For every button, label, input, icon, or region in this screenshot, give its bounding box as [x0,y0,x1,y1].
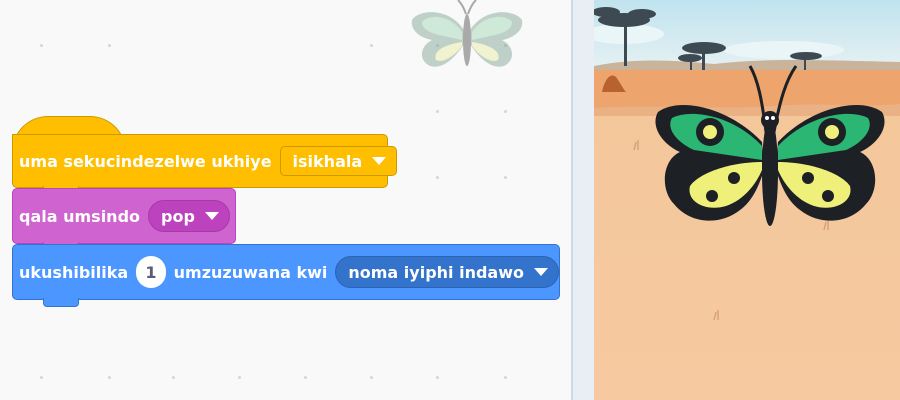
seconds-input[interactable]: 1 [136,256,166,288]
sound-dropdown-value: pop [161,206,195,226]
when-key-pressed-block[interactable]: uma sekucindezelwe ukhiye isikhala [12,134,398,195]
sound-dropdown[interactable]: pop [148,200,230,232]
sprite-watermark-icon [411,0,523,67]
event-block-label: uma sekucindezelwe ukhiye [19,151,272,171]
chevron-down-icon [372,157,387,165]
grid-dot [504,110,507,113]
motion-block-label-before: ukushibilika [19,262,129,282]
butterfly-sprite[interactable] [650,60,890,238]
key-dropdown-value: isikhala [292,151,363,171]
grid-dot [40,376,43,379]
grid-dot [370,376,373,379]
grid-dot [108,376,111,379]
motion-block-label-after: umzuzuwana kwi [173,262,328,282]
code-workspace[interactable]: uma sekucindezelwe ukhiye isikhala qala … [0,0,572,400]
start-sound-block[interactable]: qala umsindo pop [12,188,236,251]
grid-dot [172,376,175,379]
grid-dot [370,44,373,47]
glide-target-value: noma iyiphi indawo [348,262,524,282]
grid-dot [436,376,439,379]
stage[interactable] [594,0,900,400]
grid-dot [436,176,439,179]
chevron-down-icon [204,212,219,220]
chevron-down-icon [534,268,548,276]
grid-dot [504,176,507,179]
grid-dot [436,110,439,113]
sound-block-label: qala umsindo [19,206,141,226]
panel-gutter [573,0,594,400]
glide-target-dropdown[interactable]: noma iyiphi indawo [335,256,559,288]
grid-dot [504,376,507,379]
grid-dot [40,44,43,47]
grid-dot [108,44,111,47]
glide-to-block[interactable]: ukushibilika 1 umzuzuwana kwi noma iyiph… [12,244,560,307]
grid-dot [238,376,241,379]
block-connector [43,298,79,307]
key-dropdown[interactable]: isikhala [279,146,398,176]
grid-dot [304,376,307,379]
